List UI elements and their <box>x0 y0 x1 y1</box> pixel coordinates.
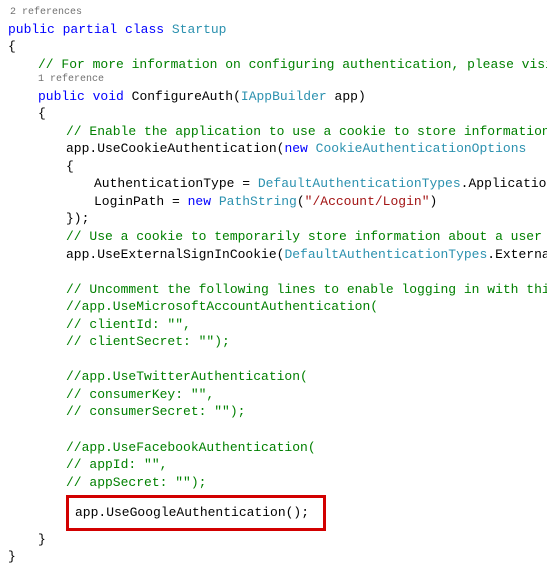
code-line: LoginPath = new PathString("/Account/Log… <box>8 193 539 211</box>
class-name: Startup <box>172 22 227 37</box>
comment-line: //app.UseTwitterAuthentication( <box>8 368 539 386</box>
google-auth-line: app.UseGoogleAuthentication(); <box>75 505 309 520</box>
brace-open: { <box>8 38 539 56</box>
code-line: app.UseExternalSignInCookie(DefaultAuthe… <box>8 246 539 264</box>
comment-line: // For more information on configuring a… <box>8 56 539 74</box>
comment-line: //app.UseMicrosoftAccountAuthentication( <box>8 298 539 316</box>
comment-line: // appId: "", <box>8 456 539 474</box>
brace-close: } <box>8 531 539 549</box>
method-name: ConfigureAuth <box>132 89 233 104</box>
code-line: app.UseCookieAuthentication(new CookieAu… <box>8 140 539 158</box>
comment-line: // clientId: "", <box>8 316 539 334</box>
reference-hint-class: 2 references <box>8 6 539 20</box>
brace-close: } <box>8 548 539 566</box>
comment-line: //app.UseFacebookAuthentication( <box>8 439 539 457</box>
reference-hint-method: 1 reference <box>8 73 539 87</box>
comment-line: // appSecret: ""); <box>8 474 539 492</box>
comment-line: // Uncomment the following lines to enab… <box>8 281 539 299</box>
highlighted-code: app.UseGoogleAuthentication(); <box>66 495 326 531</box>
comment-line: // clientSecret: ""); <box>8 333 539 351</box>
comment-line: // consumerKey: "", <box>8 386 539 404</box>
comment-line: // consumerSecret: ""); <box>8 403 539 421</box>
class-declaration: public partial class Startup <box>8 21 539 39</box>
brace-open: { <box>8 105 539 123</box>
brace-close: }); <box>8 210 539 228</box>
method-signature: public void ConfigureAuth(IAppBuilder ap… <box>8 88 539 106</box>
comment-line: // Use a cookie to temporarily store inf… <box>8 228 539 246</box>
code-line: AuthenticationType = DefaultAuthenticati… <box>8 175 539 193</box>
comment-line: // Enable the application to use a cooki… <box>8 123 539 141</box>
brace-open: { <box>8 158 539 176</box>
